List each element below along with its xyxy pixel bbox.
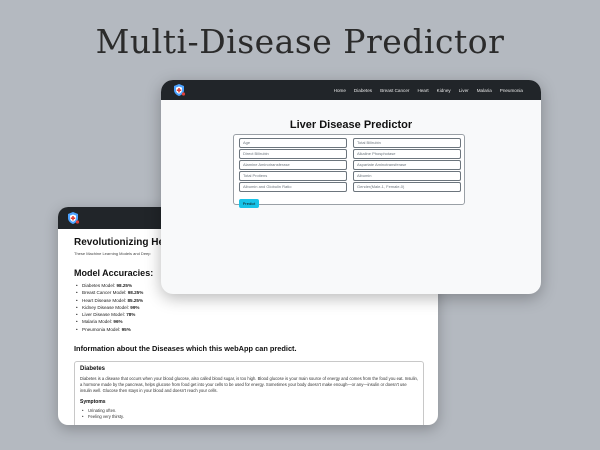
nav-link-home[interactable]: Home bbox=[334, 88, 346, 93]
diseases-info-heading: Information about the Diseases which thi… bbox=[74, 344, 297, 354]
list-item: Kidney Disease Model: 99% bbox=[74, 304, 424, 312]
navbar: Home Diabetes Breast Cancer Heart Kidney… bbox=[161, 80, 541, 100]
predictor-form: Predict bbox=[233, 134, 465, 208]
albumin-globulin-ratio-field[interactable] bbox=[239, 182, 347, 192]
list-item: Feeling very thirsty. bbox=[80, 414, 418, 420]
liver-predictor-window: Home Diabetes Breast Cancer Heart Kidney… bbox=[161, 80, 541, 294]
form-title: Liver Disease Predictor bbox=[289, 119, 413, 131]
aspartate-aminotransferase-field[interactable] bbox=[353, 160, 461, 170]
hero-title: Multi-Disease Predictor bbox=[95, 22, 505, 61]
nav-link-diabetes[interactable]: Diabetes bbox=[354, 88, 372, 93]
list-item: Pneumonia Model: 95% bbox=[74, 326, 424, 334]
nav-link-malaria[interactable]: Malaria bbox=[477, 88, 492, 93]
list-item: Heart Disease Model: 85.25% bbox=[74, 297, 424, 305]
nav-link-pneumonia[interactable]: Pneumonia bbox=[500, 88, 523, 93]
age-field[interactable] bbox=[239, 138, 347, 148]
gender-field[interactable] bbox=[353, 182, 461, 192]
medical-shield-icon[interactable] bbox=[172, 83, 186, 97]
direct-bilirubin-field[interactable] bbox=[239, 149, 347, 159]
nav-links: Home Diabetes Breast Cancer Heart Kidney… bbox=[334, 80, 523, 100]
alamine-aminotransferase-field[interactable] bbox=[239, 160, 347, 170]
medical-shield-icon[interactable] bbox=[66, 211, 80, 225]
predict-button[interactable]: Predict bbox=[239, 198, 259, 208]
total-protiens-field[interactable] bbox=[239, 171, 347, 181]
disease-card: Diabetes Diabetes is a disease that occu… bbox=[74, 361, 424, 425]
symptoms-list: Urinating often. Feeling very thirsty. bbox=[80, 408, 418, 421]
symptoms-heading: Symptoms bbox=[80, 399, 106, 406]
nav-link-breast-cancer[interactable]: Breast Cancer bbox=[380, 88, 409, 93]
nav-link-kidney[interactable]: Kidney bbox=[437, 88, 451, 93]
nav-link-liver[interactable]: Liver bbox=[459, 88, 469, 93]
card-text: Diabetes is a disease that occurs when y… bbox=[80, 376, 418, 394]
card-title: Diabetes bbox=[80, 366, 106, 373]
nav-link-heart[interactable]: Heart bbox=[417, 88, 428, 93]
list-item: Malaria Model: 96% bbox=[74, 318, 424, 326]
list-item: Liver Disease Model: 78% bbox=[74, 311, 424, 319]
alkaline-phosphotase-field[interactable] bbox=[353, 149, 461, 159]
total-bilirubin-field[interactable] bbox=[353, 138, 461, 148]
albumin-field[interactable] bbox=[353, 171, 461, 181]
